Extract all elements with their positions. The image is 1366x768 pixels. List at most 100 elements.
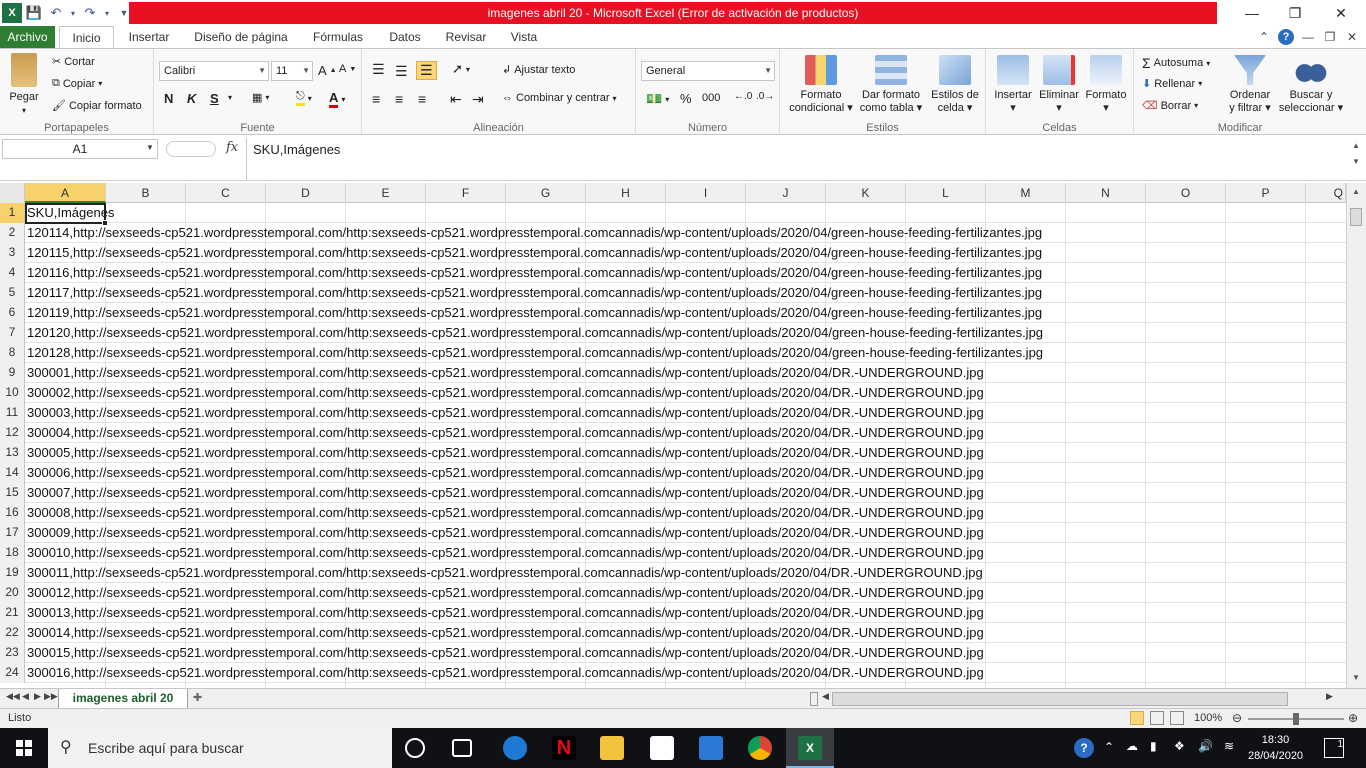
- column-header-i[interactable]: I: [666, 183, 746, 203]
- notifications-icon[interactable]: 1: [1324, 738, 1344, 758]
- cell-a1[interactable]: SKU,Imágenes: [27, 203, 114, 223]
- chrome-icon[interactable]: [748, 736, 772, 760]
- insert-function-icon[interactable]: fx: [226, 140, 238, 155]
- underline-dropdown[interactable]: ▾: [228, 93, 232, 102]
- name-box-dropdown-icon[interactable]: ▼: [146, 143, 154, 152]
- row-header[interactable]: 5: [0, 283, 25, 303]
- cell-a16[interactable]: 300008,http://sexseeds-cp521.wordpresste…: [27, 503, 984, 523]
- row-header[interactable]: 20: [0, 583, 25, 603]
- scroll-up-icon[interactable]: ▲: [1352, 187, 1360, 196]
- cell-a17[interactable]: 300009,http://sexseeds-cp521.wordpresste…: [27, 523, 984, 543]
- row-header[interactable]: 11: [0, 403, 25, 423]
- cell-a6[interactable]: 120119,http://sexseeds-cp521.wordpresste…: [27, 303, 1042, 323]
- cut-button[interactable]: ✂ Cortar: [52, 55, 95, 69]
- column-header-o[interactable]: O: [1146, 183, 1226, 203]
- formula-expand-icon[interactable]: ▲: [1352, 141, 1360, 150]
- decrease-indent-icon[interactable]: ⇤: [450, 91, 462, 108]
- row-header[interactable]: 8: [0, 343, 25, 363]
- horizontal-scroll-thumb[interactable]: [832, 692, 1288, 706]
- format-painter-button[interactable]: 🖌 Copiar formato: [52, 99, 142, 113]
- paste-button[interactable]: Pegar ▾: [4, 53, 44, 117]
- prev-sheet-icon[interactable]: ◀: [22, 691, 29, 702]
- tab-split-handle[interactable]: [810, 692, 818, 706]
- name-box[interactable]: A1: [2, 139, 158, 159]
- align-middle-icon[interactable]: ☰: [395, 63, 408, 80]
- row-header[interactable]: 2: [0, 223, 25, 243]
- save-icon[interactable]: 💾: [24, 3, 44, 23]
- normal-view-icon[interactable]: [1130, 711, 1144, 725]
- column-header-b[interactable]: B: [106, 183, 186, 203]
- column-header-m[interactable]: M: [986, 183, 1066, 203]
- autosum-button[interactable]: Σ Autosuma ▾: [1142, 55, 1210, 71]
- zoom-in-icon[interactable]: ⊕: [1348, 711, 1358, 725]
- last-sheet-icon[interactable]: ▶▶: [44, 691, 58, 702]
- windows-start-icon[interactable]: [0, 728, 48, 768]
- row-header[interactable]: 6: [0, 303, 25, 323]
- column-header-k[interactable]: K: [826, 183, 906, 203]
- cell-a14[interactable]: 300006,http://sexseeds-cp521.wordpresste…: [27, 463, 984, 483]
- row-header[interactable]: 16: [0, 503, 25, 523]
- store-icon[interactable]: [650, 736, 674, 760]
- new-sheet-icon[interactable]: ✚: [193, 691, 213, 707]
- dropbox-icon[interactable]: ❖: [1174, 739, 1185, 753]
- workbook-close-icon[interactable]: ✕: [1344, 28, 1360, 46]
- fill-button[interactable]: ⬇ Rellenar ▾: [1142, 77, 1202, 91]
- close-button[interactable]: ✕: [1318, 0, 1364, 26]
- column-header-h[interactable]: H: [586, 183, 666, 203]
- tab-archivo[interactable]: Archivo: [0, 26, 55, 48]
- row-header[interactable]: 12: [0, 423, 25, 443]
- align-bottom-icon[interactable]: ☰: [416, 61, 437, 80]
- undo-dropdown-icon[interactable]: ▾: [68, 3, 78, 23]
- align-top-icon[interactable]: ☰: [372, 61, 385, 78]
- scroll-left-icon[interactable]: ◀: [822, 691, 829, 702]
- taskbar-clock[interactable]: 18:30 28/04/2020: [1248, 732, 1303, 764]
- row-header[interactable]: 9: [0, 363, 25, 383]
- align-center-icon[interactable]: ≡: [395, 91, 403, 107]
- cell-a4[interactable]: 120116,http://sexseeds-cp521.wordpresste…: [27, 263, 1042, 283]
- scroll-right-icon[interactable]: ▶: [1326, 691, 1333, 702]
- column-header-j[interactable]: J: [746, 183, 826, 203]
- row-header[interactable]: 1: [0, 203, 25, 223]
- cortana-icon[interactable]: [405, 738, 425, 758]
- orientation-icon[interactable]: ➚ ▾: [452, 61, 470, 77]
- column-header-a[interactable]: A: [25, 183, 106, 203]
- page-break-view-icon[interactable]: [1170, 711, 1184, 725]
- restore-button[interactable]: ❐: [1272, 0, 1318, 26]
- merge-center-button[interactable]: ⇔ Combinar y centrar ▾: [502, 92, 617, 104]
- tab-inicio[interactable]: Inicio: [59, 26, 114, 49]
- cell-a9[interactable]: 300001,http://sexseeds-cp521.wordpresste…: [27, 363, 984, 383]
- vertical-scroll-thumb[interactable]: [1350, 208, 1362, 226]
- row-header[interactable]: 22: [0, 623, 25, 643]
- cell-a19[interactable]: 300011,http://sexseeds-cp521.wordpresste…: [27, 563, 983, 583]
- spreadsheet-grid[interactable]: A B C D E F G H I J K L M N O P Q 1 SKU,I…: [0, 183, 1346, 688]
- insert-cells-button[interactable]: Insertar ▾: [990, 55, 1036, 115]
- help-icon[interactable]: ?: [1278, 29, 1294, 45]
- excel-taskbar-button[interactable]: X: [786, 728, 834, 768]
- sheet-tab[interactable]: imagenes abril 20: [58, 689, 188, 709]
- copy-button[interactable]: ⧉ Copiar ▾: [52, 77, 102, 90]
- cell-a18[interactable]: 300010,http://sexseeds-cp521.wordpresste…: [27, 543, 984, 563]
- borders-icon[interactable]: ▦ ▾: [252, 91, 269, 104]
- row-header[interactable]: 23: [0, 643, 25, 663]
- decrease-decimal-icon[interactable]: .0→: [756, 91, 774, 102]
- cell-styles-button[interactable]: Estilos de celda ▾: [926, 55, 984, 115]
- row-header[interactable]: 24: [0, 663, 25, 683]
- cell-a12[interactable]: 300004,http://sexseeds-cp521.wordpresste…: [27, 423, 984, 443]
- clear-button[interactable]: ⌫ Borrar ▾: [1142, 99, 1198, 113]
- first-sheet-icon[interactable]: ◀◀: [6, 691, 20, 702]
- increase-indent-icon[interactable]: ⇥: [472, 91, 484, 108]
- underline-button[interactable]: S: [210, 91, 219, 106]
- cell-a13[interactable]: 300005,http://sexseeds-cp521.wordpresste…: [27, 443, 984, 463]
- align-right-icon[interactable]: ≡: [418, 91, 426, 107]
- excel-app-icon[interactable]: X: [2, 3, 22, 23]
- row-header[interactable]: 19: [0, 563, 25, 583]
- taskbar-search-box[interactable]: ⚲ Escribe aquí para buscar: [48, 728, 392, 768]
- formula-collapse-icon[interactable]: ▼: [1352, 157, 1360, 166]
- tab-formulas[interactable]: Fórmulas: [305, 26, 371, 48]
- netflix-icon[interactable]: N: [552, 736, 576, 760]
- column-header-l[interactable]: L: [906, 183, 986, 203]
- mail-icon[interactable]: [699, 736, 723, 760]
- column-header-n[interactable]: N: [1066, 183, 1146, 203]
- row-header[interactable]: 13: [0, 443, 25, 463]
- row-header[interactable]: 17: [0, 523, 25, 543]
